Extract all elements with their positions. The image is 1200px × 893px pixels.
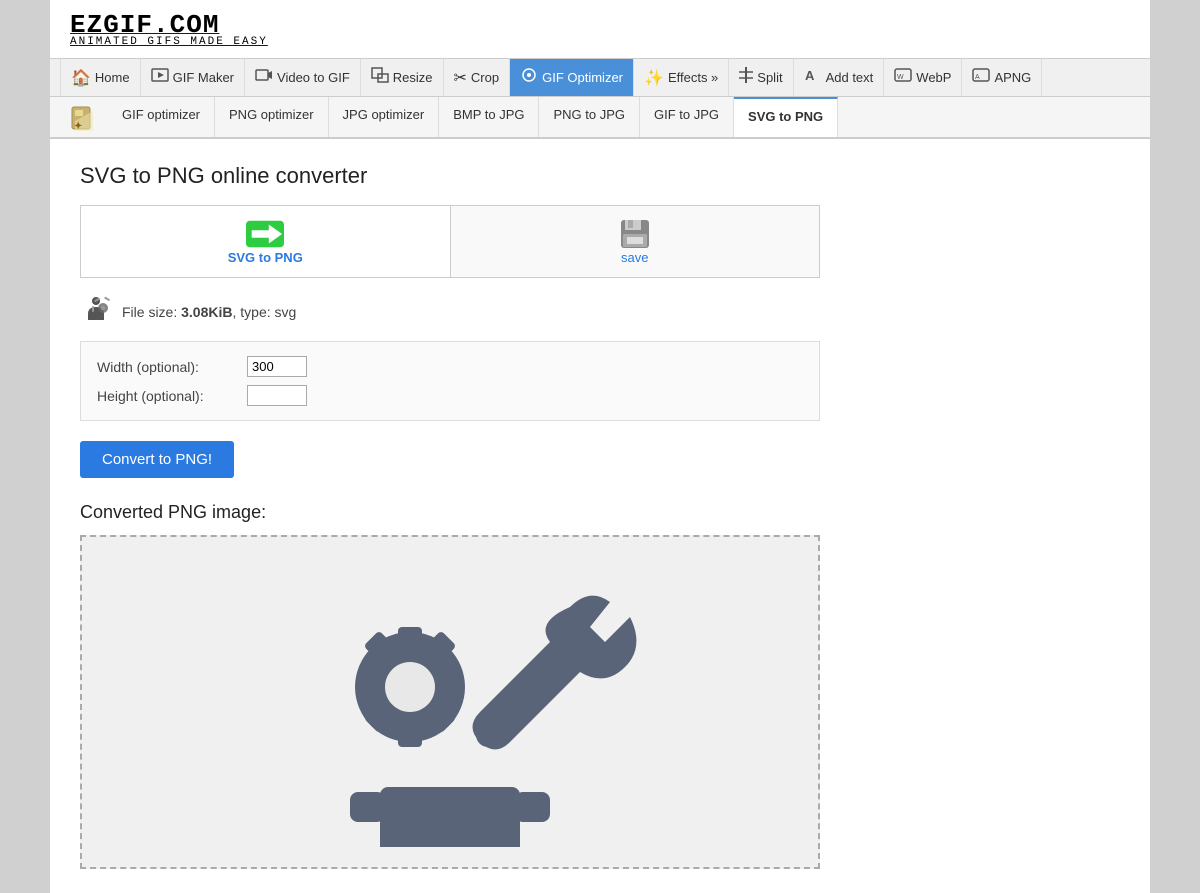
height-input[interactable] bbox=[247, 385, 307, 406]
svg-to-png-icon bbox=[243, 218, 287, 250]
nav-item-gif-optimizer[interactable]: GIF Optimizer bbox=[510, 59, 634, 96]
svg-text:✦: ✦ bbox=[74, 121, 82, 131]
sub-nav: ✦ GIF optimizer PNG optimizer JPG optimi… bbox=[50, 97, 1150, 139]
webp-icon: W bbox=[894, 67, 912, 88]
height-row: Height (optional): bbox=[97, 385, 803, 406]
main-nav: 🏠 Home GIF Maker Video to GIF Resize ✂ C… bbox=[50, 59, 1150, 97]
tab-svg-label: SVG to PNG bbox=[228, 250, 303, 265]
logo-sub-text: ANIMATED GIFS MADE EASY bbox=[70, 36, 268, 48]
site-header: EZGIF.COM ANIMATED GIFS MADE EASY bbox=[50, 0, 1150, 59]
svg-text:W: W bbox=[897, 74, 904, 81]
file-info-text: File size: 3.08KiB, type: svg bbox=[122, 304, 296, 320]
convert-button[interactable]: Convert to PNG! bbox=[80, 441, 234, 478]
file-info-area: File size: 3.08KiB, type: svg bbox=[80, 294, 1120, 329]
nav-item-crop[interactable]: ✂ Crop bbox=[444, 59, 511, 96]
svg-text:A: A bbox=[805, 68, 815, 83]
nav-item-apng[interactable]: A APNG bbox=[962, 59, 1042, 96]
tab-save[interactable]: save bbox=[451, 206, 820, 277]
split-icon bbox=[739, 67, 753, 88]
subnav-item-bmp-to-jpg[interactable]: BMP to JPG bbox=[439, 97, 539, 137]
width-row: Width (optional): bbox=[97, 356, 803, 377]
apng-icon: A bbox=[972, 67, 990, 88]
subnav-item-gif-optimizer[interactable]: GIF optimizer bbox=[108, 97, 215, 137]
options-box: Width (optional): Height (optional): bbox=[80, 341, 820, 421]
add-text-icon: A bbox=[804, 67, 822, 88]
page-title: SVG to PNG online converter bbox=[80, 163, 1120, 189]
nav-item-resize[interactable]: Resize bbox=[361, 59, 444, 96]
tab-save-label: save bbox=[621, 250, 648, 265]
nav-item-video-to-gif[interactable]: Video to GIF bbox=[245, 59, 361, 96]
converted-label: Converted PNG image: bbox=[80, 502, 1120, 523]
subnav-item-gif-to-jpg[interactable]: GIF to JPG bbox=[640, 97, 734, 137]
tool-tabs: SVG to PNG save bbox=[80, 205, 820, 278]
width-input[interactable] bbox=[247, 356, 307, 377]
subnav-item-png-to-jpg[interactable]: PNG to JPG bbox=[539, 97, 640, 137]
subnav-item-svg-to-png[interactable]: SVG to PNG bbox=[734, 97, 838, 137]
file-size-value: 3.08KiB bbox=[181, 304, 232, 320]
video-to-gif-icon bbox=[255, 67, 273, 88]
nav-item-split[interactable]: Split bbox=[729, 59, 793, 96]
converted-image-area bbox=[80, 535, 820, 869]
width-label: Width (optional): bbox=[97, 359, 247, 375]
file-type-label: , type: svg bbox=[232, 304, 296, 320]
svg-text:A: A bbox=[975, 74, 980, 81]
site-logo[interactable]: EZGIF.COM ANIMATED GIFS MADE EASY bbox=[70, 10, 268, 48]
nav-item-gif-maker[interactable]: GIF Maker bbox=[141, 59, 245, 96]
home-icon: 🏠 bbox=[71, 68, 91, 88]
effects-icon: ✨ bbox=[644, 68, 664, 88]
crop-icon: ✂ bbox=[454, 68, 467, 88]
tab-svg-to-png[interactable]: SVG to PNG bbox=[81, 206, 451, 277]
save-icon bbox=[613, 218, 657, 250]
subnav-item-png-optimizer[interactable]: PNG optimizer bbox=[215, 97, 329, 137]
nav-item-webp[interactable]: W WebP bbox=[884, 59, 962, 96]
gif-optimizer-icon bbox=[520, 67, 538, 88]
main-content: SVG to PNG online converter SVG to PNG bbox=[50, 139, 1150, 893]
subnav-logo-icon: ✦ bbox=[60, 97, 108, 137]
file-thumb bbox=[80, 294, 112, 329]
subnav-item-jpg-optimizer[interactable]: JPG optimizer bbox=[329, 97, 440, 137]
height-label: Height (optional): bbox=[97, 388, 247, 404]
nav-item-add-text[interactable]: A Add text bbox=[794, 59, 885, 96]
nav-item-effects[interactable]: ✨ Effects » bbox=[634, 59, 729, 96]
file-size-label: File size: bbox=[122, 304, 181, 320]
resize-icon bbox=[371, 67, 389, 88]
gif-maker-icon bbox=[151, 67, 169, 88]
nav-item-home[interactable]: 🏠 Home bbox=[60, 59, 141, 96]
